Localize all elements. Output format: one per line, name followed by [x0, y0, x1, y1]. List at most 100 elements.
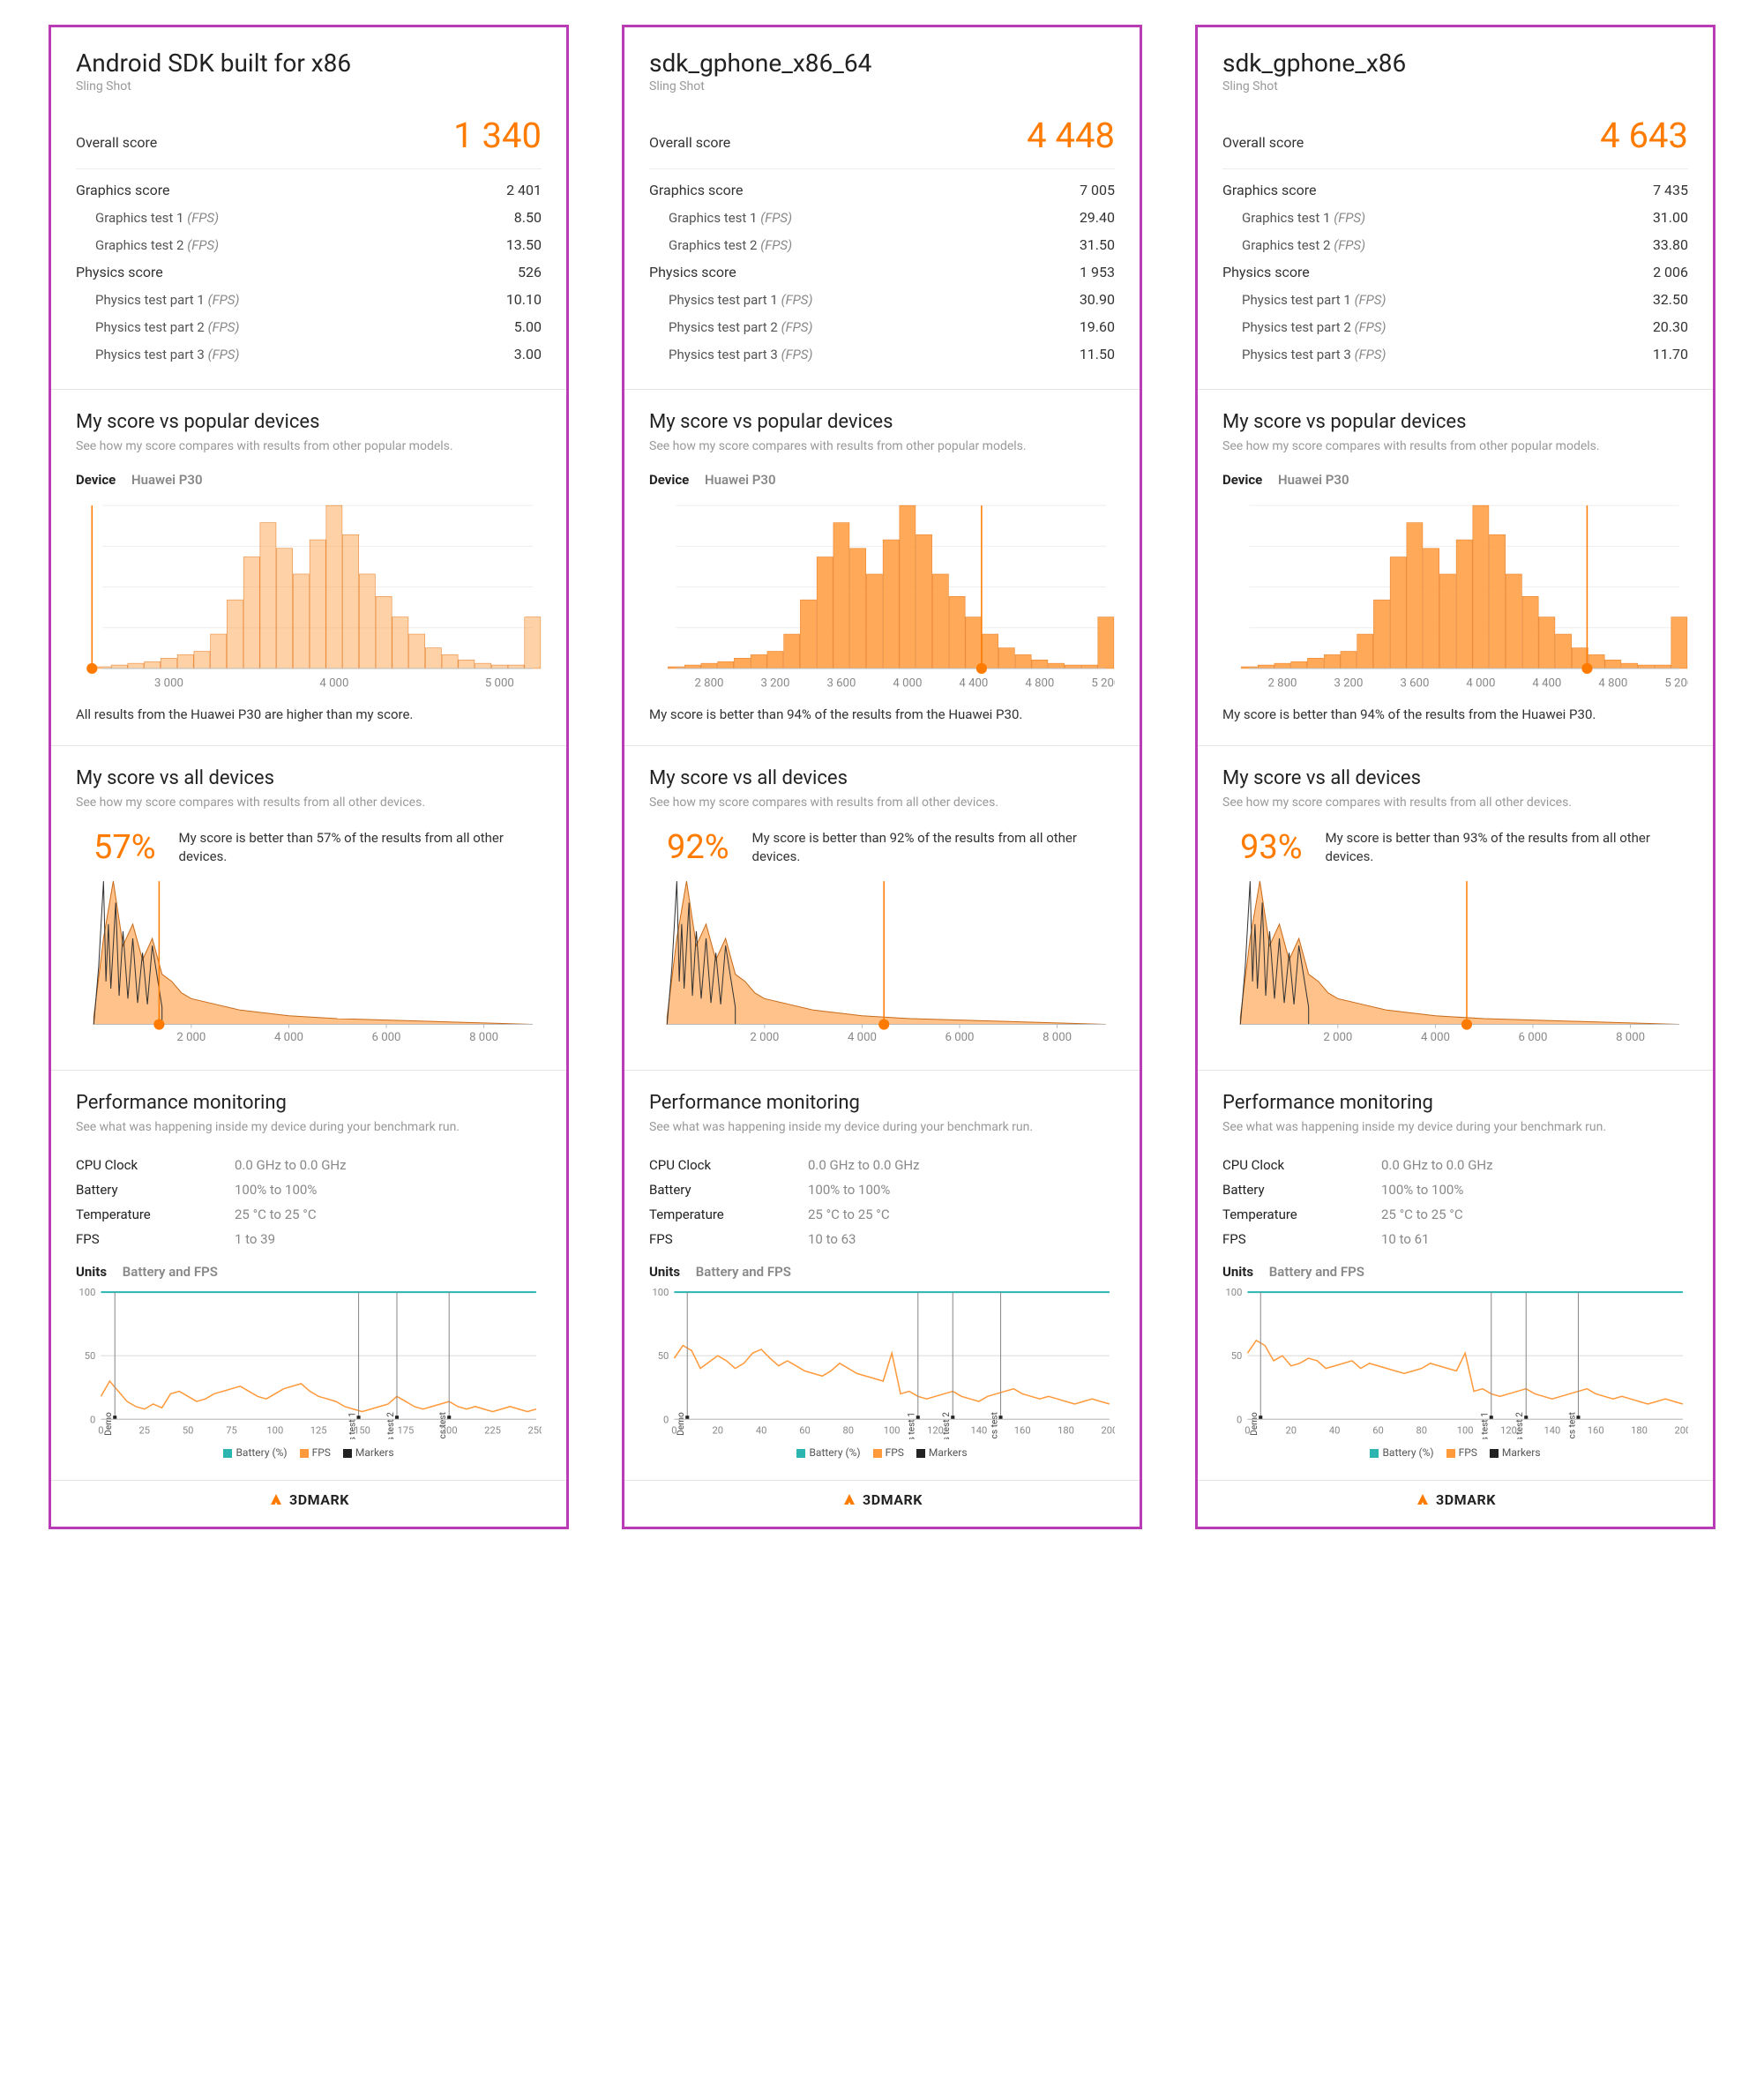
performance-section: Performance monitoring See what was happ… [51, 1071, 566, 1480]
svg-text:6 000: 6 000 [1519, 1030, 1548, 1043]
svg-text:4 000: 4 000 [1421, 1030, 1450, 1043]
svg-text:120: 120 [1500, 1425, 1517, 1437]
brand-footer: 3DMARK [1198, 1481, 1713, 1528]
temperature-value: 25 °C to 25 °C [1381, 1206, 1463, 1222]
all-devices-section: My score vs all devices See how my score… [51, 746, 566, 1072]
overall-score-value: 1 340 [453, 115, 542, 156]
overall-score-value: 4 448 [1027, 115, 1115, 156]
units-label: Units [76, 1264, 107, 1280]
svg-text:2 800: 2 800 [695, 676, 724, 690]
svg-text:50: 50 [1231, 1350, 1243, 1362]
popular-title: My score vs popular devices [76, 411, 542, 433]
svg-text:225: 225 [484, 1425, 501, 1437]
compare-device-row[interactable]: Device Huawei P30 [649, 472, 1115, 488]
popular-caption: My score is better than 94% of the resul… [649, 706, 1115, 724]
physics-score-value: 2 006 [1653, 264, 1688, 280]
svg-text:180: 180 [1631, 1425, 1648, 1437]
svg-text:6 000: 6 000 [372, 1030, 401, 1043]
svg-text:3 600: 3 600 [826, 676, 856, 690]
physics-test-3-label: Physics test part 3 (FPS) [1222, 347, 1387, 362]
popular-devices-section: My score vs popular devices See how my s… [624, 390, 1140, 746]
svg-text:3 000: 3 000 [154, 676, 183, 690]
svg-text:0: 0 [671, 1425, 676, 1437]
cpu-clock-label: CPU Clock [649, 1157, 808, 1173]
brand-text: 3DMARK [1436, 1491, 1496, 1508]
brand-text: 3DMARK [289, 1491, 349, 1508]
popular-caption: My score is better than 94% of the resul… [1222, 706, 1688, 724]
svg-text:5 200: 5 200 [1664, 676, 1688, 690]
units-row[interactable]: Units Battery and FPS [76, 1264, 542, 1280]
svg-text:6 000: 6 000 [946, 1030, 975, 1043]
temperature-value: 25 °C to 25 °C [808, 1206, 890, 1222]
graphics-test-2-label: Graphics test 2 (FPS) [649, 237, 792, 253]
physics-test-2-label: Physics test part 2 (FPS) [76, 319, 240, 335]
svg-text:4 400: 4 400 [959, 676, 988, 690]
compare-device-row[interactable]: Device Huawei P30 [76, 472, 542, 488]
brand-text: 3DMARK [863, 1491, 923, 1508]
svg-text:60: 60 [1372, 1425, 1384, 1437]
fps-label: FPS [1222, 1231, 1381, 1247]
performance-chart: 050100DemoGraphics test 1Graphics test 2… [76, 1287, 542, 1439]
svg-text:100: 100 [266, 1425, 283, 1437]
svg-text:140: 140 [970, 1425, 987, 1437]
svg-text:0: 0 [1245, 1425, 1250, 1437]
compare-device-row[interactable]: Device Huawei P30 [1222, 472, 1688, 488]
graphics-score-label: Graphics score [1222, 182, 1317, 198]
all-devices-chart: 2 0004 0006 0008 000 [76, 876, 542, 1046]
svg-text:180: 180 [1058, 1425, 1074, 1437]
units-row[interactable]: Units Battery and FPS [649, 1264, 1115, 1280]
svg-text:8 000: 8 000 [1616, 1030, 1645, 1043]
popular-caption: All results from the Huawei P30 are high… [76, 706, 542, 724]
fps-value: 10 to 61 [1381, 1231, 1429, 1247]
battery-label: Battery [76, 1182, 235, 1198]
battery-value: 100% to 100% [235, 1182, 317, 1198]
physics-test-1-label: Physics test part 1 (FPS) [76, 292, 240, 308]
popular-title: My score vs popular devices [649, 411, 1115, 433]
svg-text:125: 125 [310, 1425, 327, 1437]
graphics-test-1-label: Graphics test 1 (FPS) [649, 210, 792, 226]
svg-text:150: 150 [354, 1425, 370, 1437]
units-row[interactable]: Units Battery and FPS [1222, 1264, 1688, 1280]
performance-section: Performance monitoring See what was happ… [624, 1071, 1140, 1480]
svg-text:40: 40 [756, 1425, 767, 1437]
physics-test-3-label: Physics test part 3 (FPS) [76, 347, 240, 362]
3dmark-logo-icon [268, 1491, 284, 1507]
percentile-value: 93% [1222, 828, 1303, 867]
svg-text:Demo: Demo [1250, 1412, 1259, 1436]
graphics-test-2-label: Graphics test 2 (FPS) [76, 237, 219, 253]
battery-value: 100% to 100% [808, 1182, 890, 1198]
device-title: sdk_gphone_x86_64 [649, 49, 1115, 78]
svg-text:100: 100 [884, 1425, 901, 1437]
3dmark-logo-icon [841, 1491, 857, 1507]
popular-histogram-chart: 2 8003 2003 6004 0004 4004 8005 200 [649, 497, 1115, 693]
brand-footer: 3DMARK [624, 1481, 1140, 1528]
svg-text:200: 200 [1674, 1425, 1688, 1437]
popular-desc: See how my score compares with results f… [1222, 438, 1688, 456]
svg-text:4 000: 4 000 [848, 1030, 877, 1043]
svg-text:3 600: 3 600 [1400, 676, 1429, 690]
svg-text:5 000: 5 000 [485, 676, 514, 690]
physics-score-label: Physics score [649, 264, 736, 280]
cpu-clock-label: CPU Clock [76, 1157, 235, 1173]
benchmark-card: sdk_gphone_x86 Sling Shot Overall score … [1195, 25, 1715, 1529]
benchmark-name: Sling Shot [1222, 79, 1688, 93]
svg-text:0: 0 [663, 1414, 669, 1425]
physics-score-label: Physics score [76, 264, 163, 280]
perf-legend: Battery (%) FPS Markers [76, 1446, 542, 1459]
svg-text:Physics test: Physics test [1567, 1412, 1577, 1438]
graphics-score-value: 7 005 [1080, 182, 1115, 198]
device-label: Device [76, 472, 116, 488]
performance-chart: 050100DemoGraphics test 1Graphics test 2… [1222, 1287, 1688, 1439]
all-title: My score vs all devices [649, 767, 1115, 789]
popular-devices-section: My score vs popular devices See how my s… [1198, 390, 1713, 746]
cpu-clock-value: 0.0 GHz to 0.0 GHz [1381, 1157, 1493, 1173]
graphics-test-2-label: Graphics test 2 (FPS) [1222, 237, 1365, 253]
fps-label: FPS [649, 1231, 808, 1247]
physics-test-3-value: 11.50 [1080, 346, 1115, 362]
svg-text:250: 250 [527, 1425, 542, 1437]
perf-desc: See what was happening inside my device … [76, 1119, 542, 1137]
overall-score-label: Overall score [76, 134, 157, 151]
svg-text:100: 100 [653, 1287, 669, 1298]
percentile-desc: My score is better than 93% of the resul… [1326, 829, 1688, 866]
graphics-test-1-value: 31.00 [1653, 209, 1688, 226]
